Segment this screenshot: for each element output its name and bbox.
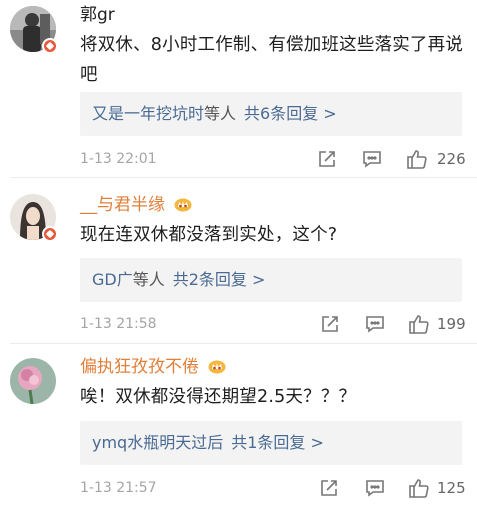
comment-text: 将双休、8小时工作制、有偿加班这些落实了再说吧: [80, 35, 464, 85]
avatar[interactable]: [10, 194, 58, 242]
comment-item: __与君半缘 现在连双休都没落到实处，这个? GD广等人 共2条回复 > 1-13…: [0, 178, 477, 344]
comment-item: 郭gr 将双休、8小时工作制、有偿加班这些落实了再说吧 又是一年挖坑时等人 共6条…: [0, 0, 477, 178]
share-icon[interactable]: [319, 313, 341, 335]
thumbs-up-icon[interactable]: [406, 148, 428, 170]
share-icon[interactable]: [318, 477, 340, 499]
share-icon[interactable]: [316, 148, 338, 170]
like-count: 125: [437, 479, 466, 497]
avatar[interactable]: [10, 6, 58, 54]
reply-count[interactable]: 共1条回复 >: [231, 433, 324, 452]
reply-suffix: 等人: [204, 104, 237, 123]
comment-footer: 1-13 21:58 199: [0, 312, 477, 336]
like-count: 226: [437, 150, 466, 168]
reply-preview[interactable]: GD广等人 共2条回复 >: [80, 258, 462, 302]
like-count: 199: [437, 315, 466, 333]
username[interactable]: 偏执狂孜孜不倦: [80, 356, 226, 378]
comment-text: 唉！双休都没得还期望2.5天？？？: [80, 387, 357, 407]
avatar[interactable]: [10, 358, 56, 404]
reply-preview[interactable]: 又是一年挖坑时等人 共6条回复 >: [80, 92, 462, 136]
username[interactable]: 郭gr: [80, 4, 115, 26]
comment-icon[interactable]: [364, 477, 386, 499]
timestamp: 1-13 22:01: [80, 151, 157, 167]
thumbs-up-icon[interactable]: [408, 313, 430, 335]
reply-author[interactable]: GD广: [92, 270, 133, 289]
timestamp: 1-13 21:58: [80, 316, 157, 332]
username-text: 偏执狂孜孜不倦: [80, 357, 199, 377]
comment-footer: 1-13 21:57 125: [0, 476, 477, 500]
reply-author[interactable]: ymq水瓶明天过后: [92, 433, 223, 452]
comment-icon[interactable]: [361, 148, 383, 170]
reply-author[interactable]: 又是一年挖坑时: [92, 104, 204, 123]
reply-suffix: 等人: [132, 270, 165, 289]
comment-item: 偏执狂孜孜不倦 唉！双休都没得还期望2.5天？？？ ymq水瓶明天过后 共1条回复…: [0, 344, 477, 508]
reply-count[interactable]: 共6条回复 >: [244, 104, 337, 123]
username-text: __与君半缘: [80, 195, 165, 215]
crown-icon: [208, 360, 226, 374]
comment-footer: 1-13 22:01 226: [0, 147, 477, 171]
verified-badge-icon: [42, 226, 58, 242]
comment-text: 现在连双休都没落到实处，这个?: [80, 225, 338, 245]
username[interactable]: __与君半缘: [80, 194, 192, 216]
comment-icon[interactable]: [364, 313, 386, 335]
thumbs-up-icon[interactable]: [408, 477, 430, 499]
reply-preview[interactable]: ymq水瓶明天过后 共1条回复 >: [80, 421, 462, 465]
crown-icon: [174, 198, 192, 212]
verified-badge-icon: [42, 38, 58, 54]
timestamp: 1-13 21:57: [80, 480, 157, 496]
reply-count[interactable]: 共2条回复 >: [173, 270, 266, 289]
